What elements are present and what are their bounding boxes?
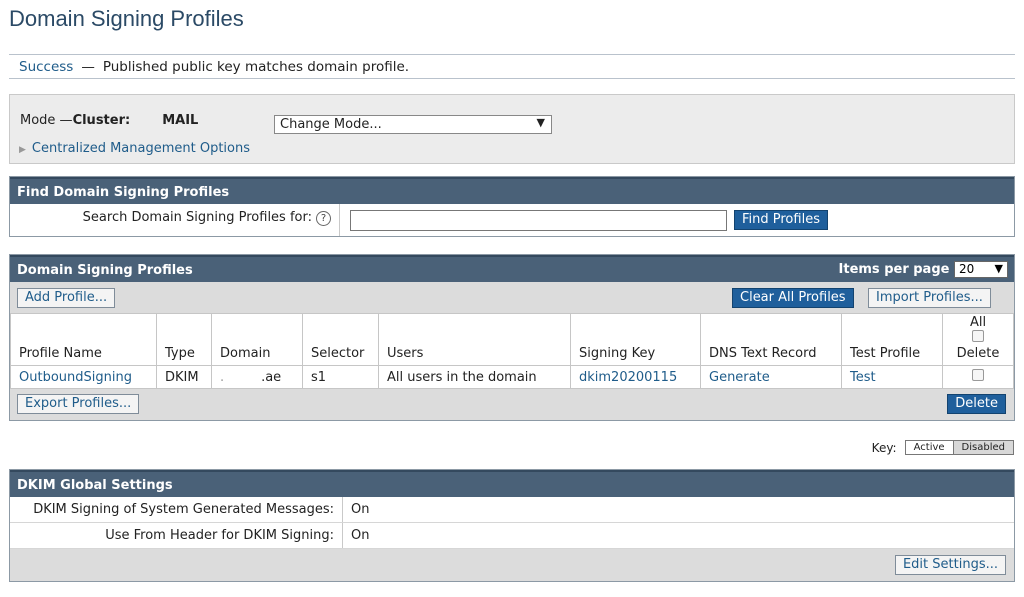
key-disabled: Disabled (952, 440, 1014, 455)
table-header-row: Profile Name Type Domain Selector Users … (10, 313, 1014, 366)
row-delete-checkbox[interactable] (972, 369, 984, 381)
col-delete: All Delete (942, 313, 1014, 366)
change-mode-select[interactable]: Change Mode... ▼ (274, 115, 552, 134)
col-type[interactable]: Type (156, 313, 212, 366)
page-title: Domain Signing Profiles (9, 6, 244, 31)
dropdown-arrow-icon: ▼ (536, 116, 545, 129)
success-label: Success (19, 59, 74, 75)
centralized-management-link[interactable]: Centralized Management Options (32, 141, 250, 156)
settings-row: Use From Header for DKIM Signing: On (10, 523, 1014, 549)
import-profiles-button[interactable]: Import Profiles... (868, 288, 991, 308)
find-row: Search Domain Signing Profiles for:? Fin… (10, 204, 1014, 236)
find-profiles-button[interactable]: Find Profiles (734, 210, 828, 230)
profiles-table: Profile Name Type Domain Selector Users … (10, 313, 1014, 389)
users-cell: All users in the domain (378, 365, 571, 389)
select-all-checkbox[interactable] (972, 330, 984, 342)
col-signing-key: Signing Key (570, 313, 701, 366)
cluster-label: Cluster: (72, 113, 131, 128)
find-profiles-panel: Find Domain Signing Profiles Search Doma… (9, 176, 1015, 237)
expand-triangle-icon: ▶ (19, 145, 26, 155)
edit-settings-button[interactable]: Edit Settings... (894, 555, 1006, 575)
profiles-bottom-toolbar: Export Profiles... Delete (10, 389, 1014, 420)
search-input[interactable] (350, 210, 727, 231)
domain-signing-profiles-panel: Domain Signing Profiles Items per page 2… (9, 254, 1015, 421)
items-per-page-value: 20 (959, 262, 975, 276)
table-row: OutboundSigning DKIM . .ae s1 All users … (10, 365, 1014, 389)
items-per-page-label: Items per page (838, 262, 950, 277)
items-per-page-select[interactable]: 20 ▼ (954, 261, 1008, 278)
col-selector[interactable]: Selector (302, 313, 379, 366)
dropdown-arrow-icon: ▼ (994, 262, 1003, 275)
help-icon[interactable]: ? (316, 211, 331, 226)
profile-name-link[interactable]: OutboundSigning (10, 365, 157, 389)
add-profile-button[interactable]: Add Profile... (17, 288, 116, 308)
mode-label: Mode — (20, 113, 73, 128)
col-profile-name[interactable]: Profile Name (10, 313, 157, 366)
col-test-profile: Test Profile (841, 313, 943, 366)
profiles-panel-header: Domain Signing Profiles Items per page 2… (10, 255, 1014, 282)
setting-label: Use From Header for DKIM Signing: (10, 523, 343, 548)
delete-cell (942, 365, 1014, 389)
cluster-name: MAIL (162, 113, 199, 128)
dkim-global-settings-panel: DKIM Global Settings DKIM Signing of Sys… (9, 469, 1015, 582)
col-users: Users (378, 313, 571, 366)
notice-separator: — (81, 59, 95, 75)
domain-cell: . .ae (211, 365, 303, 389)
dkim-panel-header: DKIM Global Settings (10, 470, 1014, 497)
clear-all-profiles-button[interactable]: Clear All Profiles (732, 288, 854, 308)
search-label: Search Domain Signing Profiles for: (82, 210, 312, 225)
col-domain[interactable]: Domain (211, 313, 303, 366)
settings-footer: Edit Settings... (10, 549, 1014, 581)
profiles-top-toolbar: Add Profile... Clear All Profiles Import… (10, 282, 1014, 313)
profiles-header-title: Domain Signing Profiles (17, 263, 193, 278)
status-key: Key: Active Disabled (872, 440, 1014, 455)
test-profile-link[interactable]: Test (841, 365, 943, 389)
export-profiles-button[interactable]: Export Profiles... (17, 394, 140, 414)
settings-row: DKIM Signing of System Generated Message… (10, 497, 1014, 523)
col-all-label: All (969, 315, 987, 330)
col-delete-label: Delete (956, 346, 1000, 361)
centralized-management-toggle[interactable]: ▶ Centralized Management Options (19, 141, 250, 156)
key-active: Active (904, 440, 953, 455)
search-label-cell: Search Domain Signing Profiles for:? (10, 204, 340, 236)
mode-line: Mode —Cluster: MAIL (20, 113, 198, 128)
setting-label: DKIM Signing of System Generated Message… (10, 497, 343, 522)
col-dns-text-record: DNS Text Record (700, 313, 842, 366)
key-label: Key: (871, 440, 897, 455)
notice-message: Published public key matches domain prof… (102, 59, 410, 75)
setting-value: On (351, 528, 370, 543)
masked-domain-prefix: . (220, 369, 262, 385)
signing-key-link[interactable]: dkim20200115 (570, 365, 701, 389)
mode-box: Mode —Cluster: MAIL Change Mode... ▼ ▶ Cen… (9, 94, 1015, 164)
delete-button[interactable]: Delete (947, 394, 1006, 414)
type-cell: DKIM (156, 365, 212, 389)
domain-suffix: .ae (261, 369, 282, 385)
change-mode-value: Change Mode... (280, 117, 382, 132)
find-panel-header: Find Domain Signing Profiles (10, 177, 1014, 204)
setting-value: On (351, 502, 370, 517)
selector-cell: s1 (302, 365, 379, 389)
generate-dns-link[interactable]: Generate (700, 365, 842, 389)
items-per-page: Items per page 20 ▼ (839, 261, 1008, 278)
success-notice: Success — Published public key matches dom… (9, 54, 1015, 79)
